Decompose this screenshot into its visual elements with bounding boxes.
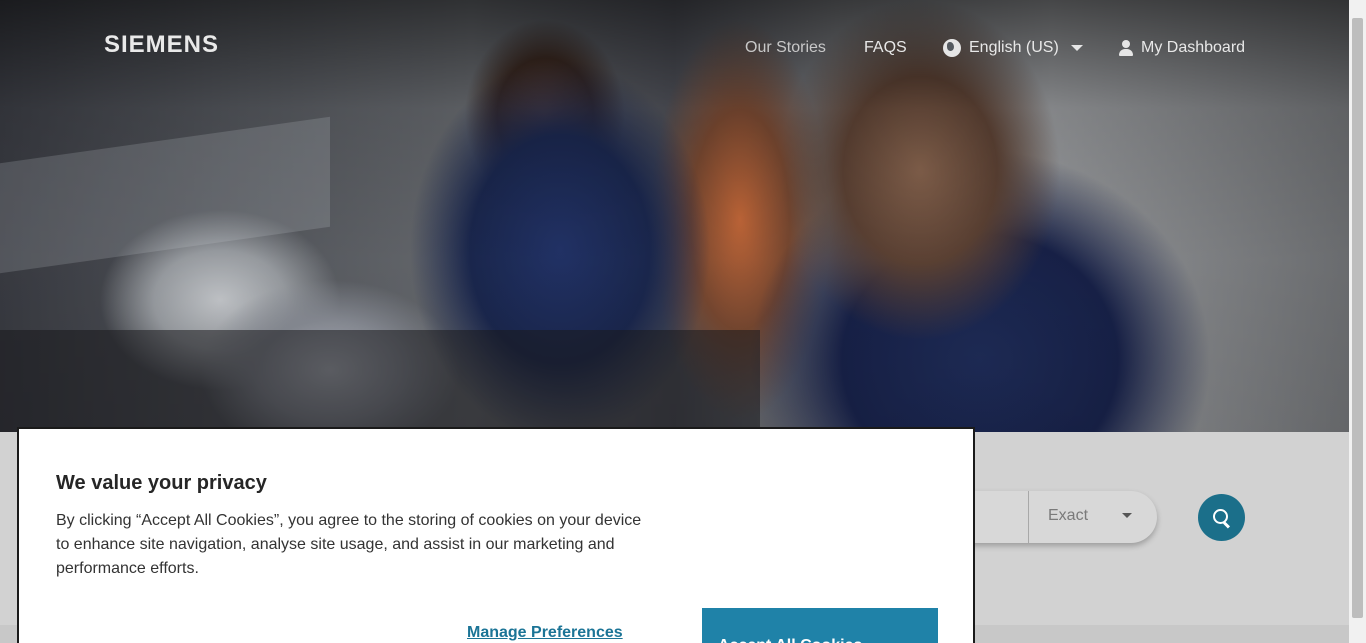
language-selector[interactable]: English (US) — [943, 37, 1083, 59]
chevron-down-icon — [1122, 513, 1132, 518]
hero-shelf-shape — [0, 116, 330, 274]
language-selector-inner[interactable]: English (US) — [943, 39, 1083, 57]
chevron-down-icon — [1070, 45, 1083, 51]
search-icon — [1212, 508, 1231, 527]
my-dashboard-label: My Dashboard — [1141, 39, 1246, 56]
globe-icon — [943, 39, 961, 57]
nav-our-stories[interactable]: Our Stories — [745, 37, 826, 59]
accept-all-cookies-button[interactable]: Accept All Cookies — [702, 608, 938, 643]
match-mode-select[interactable]: Exact — [1048, 507, 1088, 525]
hero-image — [0, 0, 1349, 432]
nav-faqs-label[interactable]: FAQS — [864, 39, 907, 57]
siemens-logo[interactable]: SIEMENS — [104, 31, 219, 59]
nav-my-dashboard-inner[interactable]: My Dashboard — [1119, 39, 1245, 57]
cookie-consent-banner: We value your privacy By clicking “Accep… — [17, 427, 975, 643]
cookie-description: By clicking “Accept All Cookies”, you ag… — [56, 512, 642, 577]
search-button[interactable] — [1198, 494, 1245, 541]
user-icon — [1119, 40, 1133, 56]
manage-preferences-link[interactable]: Manage Preferences — [467, 624, 623, 642]
nav-faqs[interactable]: FAQS — [864, 37, 907, 59]
hero-table-shape — [0, 330, 760, 432]
cookie-title: We value your privacy — [56, 472, 267, 494]
nav-our-stories-label[interactable]: Our Stories — [745, 39, 826, 57]
page-scrollbar-thumb[interactable] — [1352, 18, 1363, 618]
nav-my-dashboard[interactable]: My Dashboard — [1119, 37, 1245, 59]
language-label: English (US) — [969, 39, 1059, 56]
search-divider — [1028, 491, 1029, 543]
